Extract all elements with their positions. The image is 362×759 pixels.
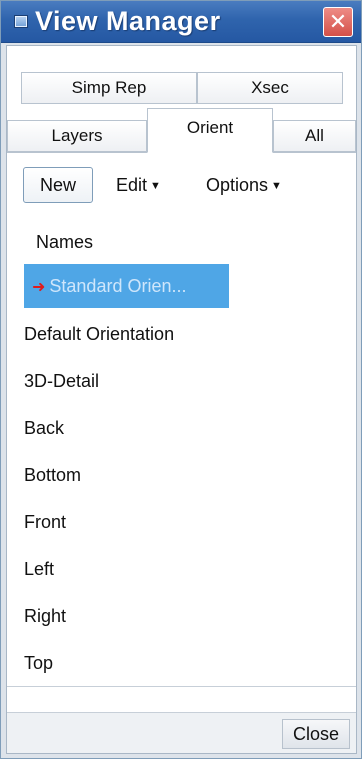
list-item-left[interactable]: Left (24, 547, 314, 591)
list-item-top[interactable]: Top (24, 641, 314, 685)
options-menu-button[interactable]: Options ▼ (206, 167, 282, 203)
tab-all[interactable]: All (273, 120, 356, 152)
chevron-down-icon: ▼ (271, 180, 282, 192)
list-item-default-orientation[interactable]: Default Orientation (24, 312, 314, 356)
list-item-bottom[interactable]: Bottom (24, 453, 314, 497)
main-panel: Simp Rep Xsec Layers Orient All New Edit… (6, 45, 357, 754)
close-button[interactable]: Close (282, 719, 350, 749)
current-orientation-arrow-icon: ➜ (32, 279, 46, 296)
options-menu-label: Options (206, 175, 269, 195)
list-item-standard-orientation[interactable]: ➜ Standard Orien... (24, 264, 229, 308)
window-title: View Manager (35, 6, 221, 36)
close-icon[interactable]: ✕ (323, 7, 353, 37)
names-column-header: Names (36, 232, 94, 252)
list-item-right[interactable]: Right (24, 594, 314, 638)
tab-simp-rep[interactable]: Simp Rep (21, 72, 197, 104)
title-bar[interactable]: View Manager ✕ (1, 1, 361, 43)
footer-divider (7, 686, 356, 687)
tab-layers[interactable]: Layers (7, 120, 147, 152)
view-manager-window: View Manager ✕ Simp Rep Xsec Layers Orie… (0, 0, 362, 759)
tab-orient[interactable]: Orient (147, 108, 273, 153)
edit-menu-button[interactable]: Edit ▼ (116, 167, 161, 203)
new-button[interactable]: New (23, 167, 93, 203)
footer-bar: Close (7, 712, 356, 753)
list-item-label: Standard Orien... (49, 276, 187, 296)
list-item-front[interactable]: Front (24, 500, 314, 544)
window-icon (14, 15, 28, 28)
edit-menu-label: Edit (116, 175, 148, 195)
tab-xsec[interactable]: Xsec (197, 72, 343, 104)
chevron-down-icon: ▼ (150, 180, 161, 192)
list-item-3d-detail[interactable]: 3D-Detail (24, 359, 314, 403)
list-item-back[interactable]: Back (24, 406, 314, 450)
